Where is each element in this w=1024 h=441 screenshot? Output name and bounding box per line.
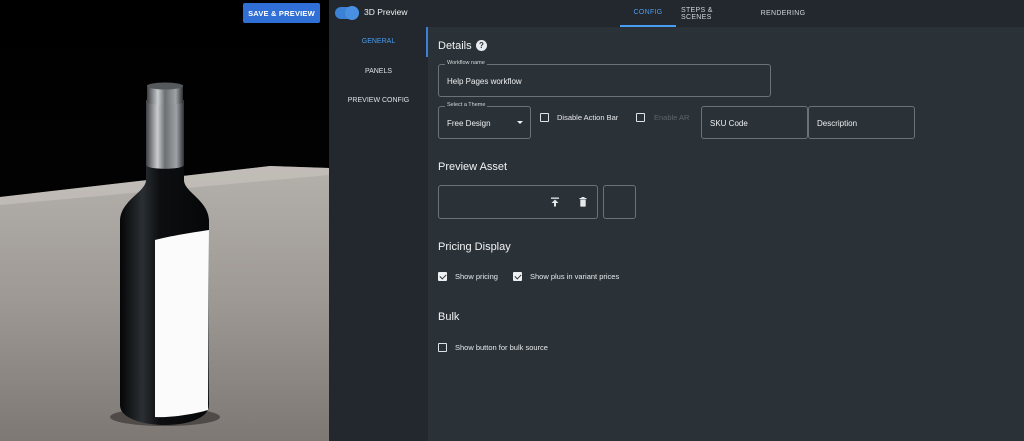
disable-action-bar-checkbox[interactable] bbox=[540, 113, 549, 122]
tab-steps-and-scenes[interactable]: STEPS & SCENES bbox=[681, 0, 745, 27]
bulk-heading: Bulk bbox=[438, 311, 460, 323]
sku-code-field[interactable]: SKU Code bbox=[701, 106, 808, 139]
workflow-name-field[interactable]: Workflow name Help Pages workflow bbox=[438, 60, 771, 97]
theme-select[interactable]: Select a Theme Free Design bbox=[438, 102, 531, 139]
3d-preview-toggle[interactable] bbox=[335, 6, 359, 20]
subnav-item-panels[interactable]: PANELS bbox=[329, 68, 428, 75]
chevron-down-icon bbox=[517, 121, 523, 124]
description-placeholder: Description bbox=[817, 119, 858, 128]
show-pricing-label: Show pricing bbox=[455, 272, 498, 281]
theme-select-label: Select a Theme bbox=[445, 102, 488, 108]
upload-icon[interactable] bbox=[550, 197, 560, 207]
3d-preview-viewport[interactable]: SAVE & PREVIEW bbox=[0, 0, 329, 441]
general-settings-panel: Details ? Workflow name Help Pages workf… bbox=[428, 27, 1024, 441]
sku-code-placeholder: SKU Code bbox=[710, 119, 748, 128]
wine-bottle-scene bbox=[0, 82, 329, 441]
pricing-display-heading: Pricing Display bbox=[438, 241, 511, 253]
show-pricing-checkbox[interactable] bbox=[438, 272, 447, 281]
help-icon[interactable]: ? bbox=[476, 40, 487, 51]
enable-ar-checkbox[interactable] bbox=[636, 113, 645, 122]
enable-ar-label: Enable AR bbox=[654, 113, 690, 122]
preview-asset-heading: Preview Asset bbox=[438, 161, 508, 173]
subnav-item-preview-config[interactable]: PREVIEW CONFIG bbox=[329, 97, 428, 104]
show-bulk-button-checkbox[interactable] bbox=[438, 343, 447, 352]
workflow-name-value: Help Pages workflow bbox=[447, 77, 522, 86]
details-heading: Details bbox=[438, 40, 472, 52]
subnav-item-general[interactable]: GENERAL bbox=[329, 38, 428, 45]
show-bulk-button-label: Show button for bulk source bbox=[455, 343, 548, 352]
config-subnav: GENERAL PANELS PREVIEW CONFIG bbox=[329, 27, 428, 441]
3d-preview-toggle-label: 3D Preview bbox=[364, 7, 408, 17]
save-and-preview-button[interactable]: SAVE & PREVIEW bbox=[243, 3, 320, 23]
show-plus-variant-prices-checkbox[interactable] bbox=[513, 272, 522, 281]
tab-config[interactable]: CONFIG bbox=[620, 0, 676, 27]
workflow-name-label: Workflow name bbox=[445, 60, 487, 66]
trash-icon[interactable] bbox=[578, 197, 588, 207]
disable-action-bar-label: Disable Action Bar bbox=[557, 113, 619, 122]
top-bar: 3D Preview CONFIG STEPS & SCENES RENDERI… bbox=[329, 0, 1024, 27]
preview-asset-thumbnail[interactable] bbox=[603, 185, 636, 219]
description-field[interactable]: Description bbox=[808, 106, 915, 139]
preview-asset-field[interactable] bbox=[438, 185, 598, 219]
show-plus-variant-prices-label: Show plus in variant prices bbox=[530, 272, 620, 281]
tab-rendering[interactable]: RENDERING bbox=[759, 0, 807, 27]
theme-select-value: Free Design bbox=[447, 119, 491, 128]
